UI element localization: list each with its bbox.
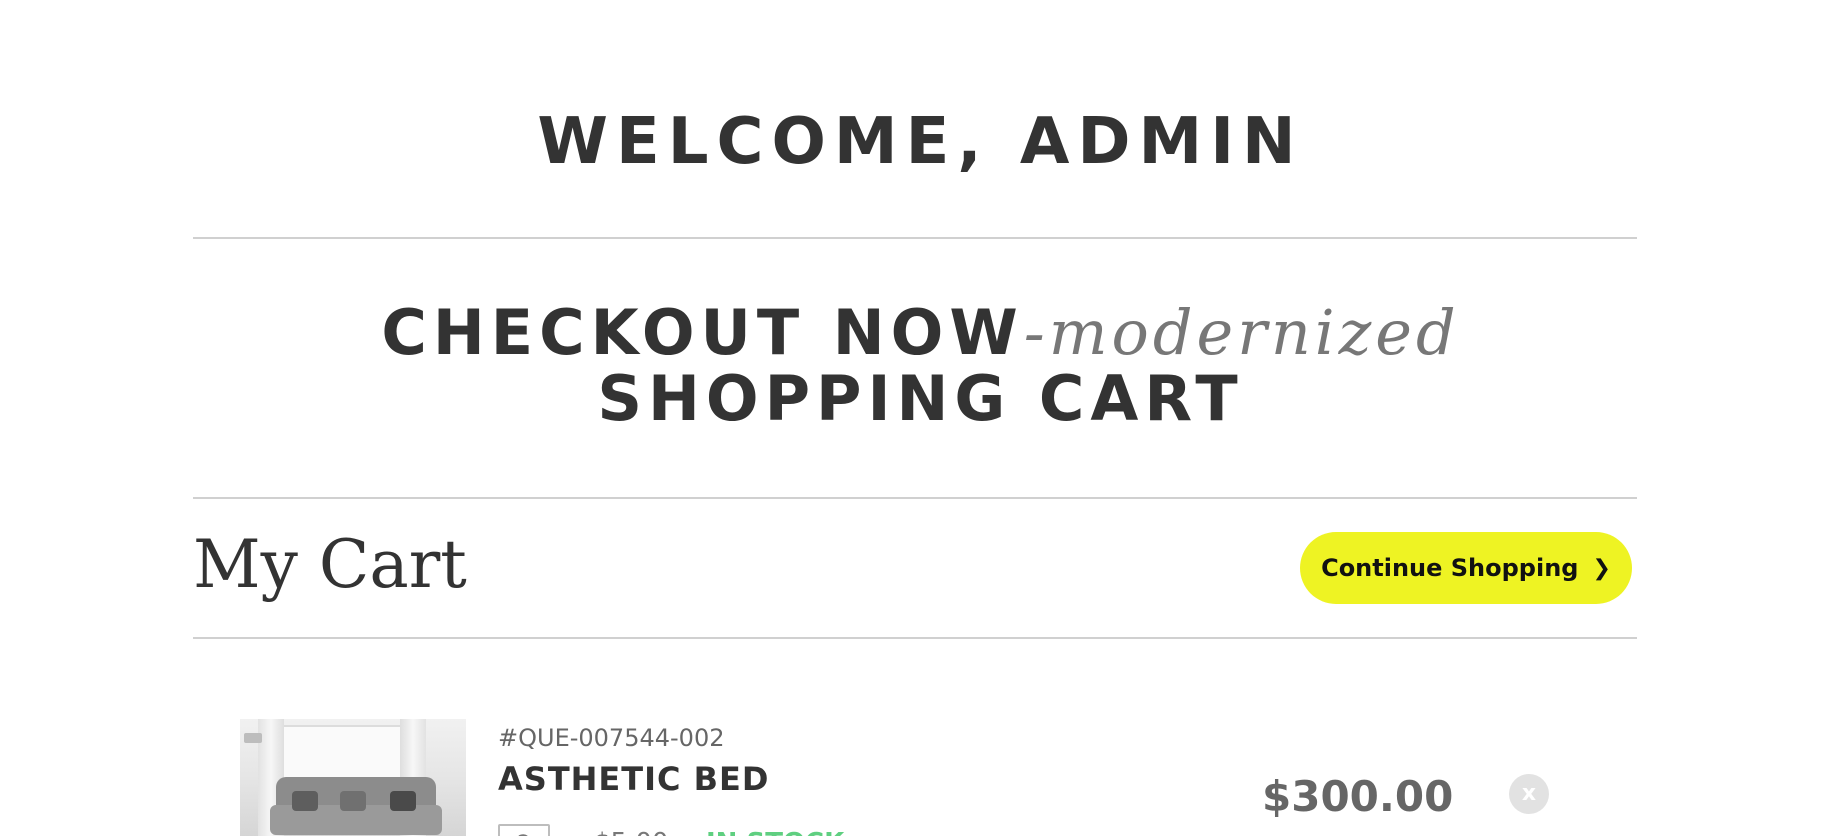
chevron-right-icon: ❯ (1592, 555, 1611, 581)
welcome-heading: WELCOME, ADMIN (537, 105, 1304, 179)
pillow-shape (340, 791, 366, 811)
title-line-2: SHOPPING CART (597, 362, 1244, 435)
lamp-shape (244, 733, 262, 743)
pillow-shape (390, 791, 416, 811)
divider-bottom (193, 637, 1637, 639)
product-image[interactable] (240, 719, 466, 836)
remove-item-button[interactable]: x (1509, 774, 1549, 814)
item-name[interactable]: ASTHETIC BED (498, 760, 769, 798)
stock-status: IN STOCK (706, 828, 844, 836)
item-sku: #QUE-007544-002 (498, 724, 725, 752)
divider-top (193, 237, 1637, 239)
continue-shopping-button[interactable]: Continue Shopping ❯ (1300, 532, 1632, 604)
cart-title: My Cart (193, 526, 467, 603)
title-line-1: CHECKOUT NOW-modernized (0, 300, 1841, 366)
page-title: CHECKOUT NOW-modernized SHOPPING CART (0, 300, 1841, 432)
unit-price: $5.00 (594, 828, 668, 836)
pillow-shape (292, 791, 318, 811)
quantity-input[interactable] (498, 824, 550, 836)
title-accent: -modernized (1023, 296, 1460, 369)
item-total-price: $300.00 (1262, 772, 1454, 821)
page: WELCOME, ADMIN CHECKOUT NOW-modernized S… (0, 0, 1841, 836)
divider-middle (193, 497, 1637, 499)
continue-shopping-label: Continue Shopping (1321, 554, 1579, 582)
title-main: CHECKOUT NOW (381, 296, 1024, 369)
